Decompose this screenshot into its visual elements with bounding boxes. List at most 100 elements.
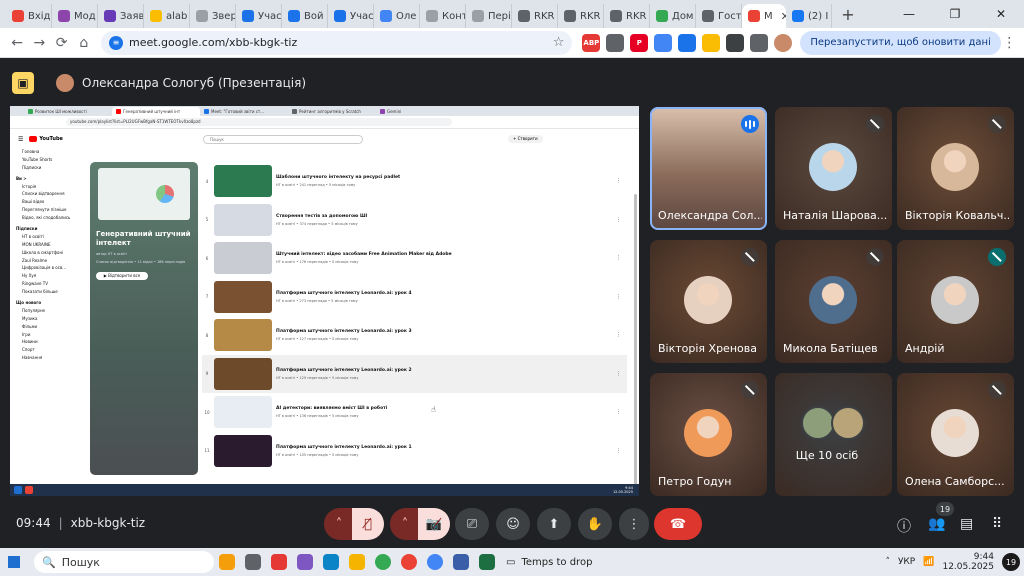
cursor-icon: ☝ <box>431 405 436 414</box>
taskbar-app-network[interactable] <box>448 548 474 576</box>
wifi-icon[interactable]: 📶 <box>923 557 934 567</box>
meeting-code: xbb-kbgk-tiz <box>70 516 146 530</box>
notification-badge[interactable]: 19 <box>1002 553 1020 571</box>
mic-options-button[interactable]: ˄ <box>324 508 354 540</box>
youtube-header: ☰ YouTube Пошук + Створити <box>10 129 639 149</box>
chat-icon[interactable]: ▤ <box>960 516 973 532</box>
taskbar-app-explorer[interactable] <box>344 548 370 576</box>
presentation-icon[interactable]: ▣ <box>12 72 34 94</box>
playlist-thumbnail <box>98 168 190 220</box>
taskbar-app-copilot[interactable] <box>214 548 240 576</box>
taskbar-app-edge[interactable] <box>318 548 344 576</box>
people-icon[interactable]: 👥 <box>928 516 945 532</box>
drop-widget[interactable]: ▭ Temps to drop <box>506 557 592 568</box>
extension-icon[interactable] <box>678 33 697 52</box>
browser-tab[interactable]: (2) I <box>786 4 832 28</box>
taskbar-app-opera[interactable] <box>266 548 292 576</box>
site-info-icon[interactable]: ≡ <box>109 35 123 50</box>
browser-tab[interactable]: Вой <box>282 4 328 28</box>
participant-tile[interactable]: Олександра Сол... <box>650 107 767 230</box>
minimize-button[interactable]: — <box>886 0 932 28</box>
present-screen-button[interactable]: ⬆ <box>537 508 571 540</box>
taskbar-app-copilot-app[interactable] <box>292 548 318 576</box>
new-tab-button[interactable]: + <box>838 5 858 24</box>
participant-tile[interactable]: Олена Самборс... <box>897 373 1014 496</box>
video-title: Штучний інтелект: відео засобами Free An… <box>276 252 452 258</box>
browser-tab[interactable]: Оле <box>374 4 420 28</box>
youtube-sidebar-item: Відео, які сподобались <box>22 215 71 221</box>
extension-icon[interactable] <box>606 33 625 52</box>
participant-tile[interactable]: Микола Батіщев <box>775 240 892 363</box>
camera-toggle-button[interactable]: 📷̸ <box>418 508 450 540</box>
playlist-author: автор НТ в освіті <box>96 252 127 256</box>
mic-toggle-button[interactable]: 🎙̸ <box>352 508 384 540</box>
taskbar-app-chrome-3[interactable] <box>422 548 448 576</box>
tab-label: Мод <box>74 10 96 22</box>
browser-tab[interactable]: Учас <box>236 4 282 28</box>
captions-button[interactable]: ⎚ <box>455 508 489 540</box>
taskbar-app-chrome-2[interactable] <box>396 548 422 576</box>
participant-name: Вікторія Хренова <box>658 342 757 355</box>
relaunch-button[interactable]: Перезапустити, щоб оновити дані <box>800 30 1001 55</box>
extension-icon[interactable]: P <box>630 33 649 52</box>
taskbar-search[interactable]: 🔍 Пошук <box>34 551 214 573</box>
browser-tab[interactable]: alab <box>144 4 190 28</box>
browser-tab[interactable]: М ✕ <box>742 4 786 28</box>
extension-icon[interactable] <box>750 33 769 52</box>
reactions-button[interactable]: ☺ <box>496 508 530 540</box>
maximize-button[interactable]: ❐ <box>932 0 978 28</box>
leave-call-button[interactable]: ☎ <box>654 508 702 540</box>
start-button[interactable] <box>0 548 28 576</box>
activities-icon[interactable]: ⠿ <box>992 516 1002 532</box>
youtube-search: Пошук <box>202 134 363 144</box>
browser-tab[interactable]: Гост <box>696 4 742 28</box>
taskbar-app-taskview[interactable] <box>240 548 266 576</box>
taskbar-app-excel[interactable] <box>474 548 500 576</box>
extension-icon[interactable] <box>702 33 721 52</box>
participant-tile[interactable]: Вікторія Хренова <box>650 240 767 363</box>
youtube-sidebar-item: Новини <box>22 339 38 345</box>
browser-tab[interactable]: Учас <box>328 4 374 28</box>
browser-tab[interactable]: Дом <box>650 4 696 28</box>
participant-tile[interactable]: Петро Годун <box>650 373 767 496</box>
camera-options-button[interactable]: ˄ <box>390 508 420 540</box>
participant-tile[interactable]: Вікторія Ковальч... <box>897 107 1014 230</box>
close-window-button[interactable]: ✕ <box>978 0 1024 28</box>
url-input[interactable]: ≡ meet.google.com/xbb-kbgk-tiz ☆ <box>101 30 573 55</box>
browser-tab[interactable]: Звер <box>190 4 236 28</box>
browser-tab[interactable]: Конт <box>420 4 466 28</box>
url-text: meet.google.com/xbb-kbgk-tiz <box>129 36 298 49</box>
back-button[interactable]: ← <box>6 30 28 56</box>
home-button[interactable]: ⌂ <box>73 30 95 56</box>
more-options-button[interactable]: ⋮ <box>619 508 649 540</box>
raise-hand-button[interactable]: ✋ <box>578 508 612 540</box>
browser-tab[interactable]: Заяв <box>98 4 144 28</box>
taskbar-app-chrome-1[interactable] <box>370 548 396 576</box>
browser-menu-icon[interactable]: ⋮ <box>1001 35 1018 51</box>
extension-icon[interactable]: ABP <box>582 33 601 52</box>
extension-icon[interactable] <box>726 33 745 52</box>
participant-tile[interactable]: Наталія Шарова... <box>775 107 892 230</box>
participant-tile[interactable]: Андрій <box>897 240 1014 363</box>
reload-button[interactable]: ⟳ <box>51 30 73 56</box>
browser-tab[interactable]: RKR <box>512 4 558 28</box>
extension-icon[interactable] <box>654 33 673 52</box>
tray-chevron-icon[interactable]: ˄ <box>885 557 890 567</box>
forward-button[interactable]: → <box>28 30 50 56</box>
video-text: Штучний інтелект: відео засобами Free An… <box>276 252 452 264</box>
video-text: Шаблони штучного інтелекту на ресурсі pa… <box>276 175 400 187</box>
participant-tile[interactable]: Ще 10 осіб <box>775 373 892 496</box>
browser-tab[interactable]: Вхід <box>6 4 52 28</box>
browser-tab[interactable]: Пері <box>466 4 512 28</box>
browser-tab[interactable]: Мод <box>52 4 98 28</box>
shared-tab-icon <box>116 108 121 114</box>
profile-avatar[interactable] <box>774 33 793 52</box>
meeting-details-icon[interactable]: ⓘ <box>897 516 911 536</box>
browser-tab[interactable]: RKR <box>604 4 650 28</box>
edge-icon <box>323 554 339 570</box>
browser-tab[interactable]: RKR <box>558 4 604 28</box>
youtube-sidebar-item: Фільми <box>22 323 38 329</box>
taskbar-clock[interactable]: 9:44 12.05.2025 <box>942 552 994 572</box>
language-indicator[interactable]: УКР <box>898 557 915 567</box>
bookmark-star-icon[interactable]: ☆ <box>553 35 565 50</box>
